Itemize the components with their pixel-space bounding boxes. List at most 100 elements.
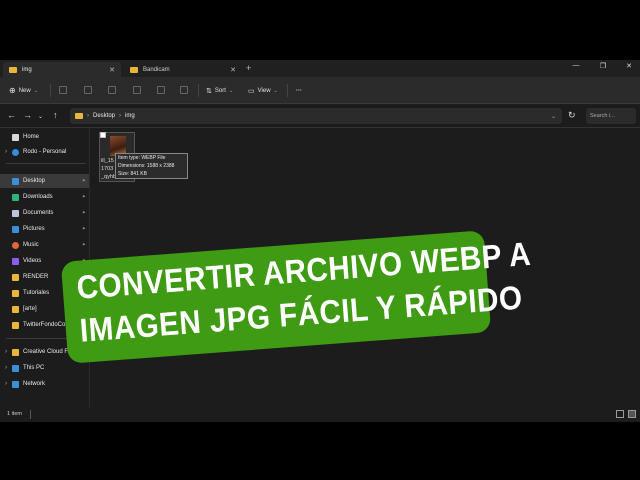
close-tab-icon[interactable]: ✕ [109,66,115,74]
sidebar-item-label: Home [23,134,40,140]
address-bar[interactable]: › Desktop › img ⌄ [70,108,562,124]
refresh-icon[interactable]: ↻ [568,110,576,121]
file-name-line: ill_15 [101,158,114,164]
onedrive-icon [12,148,19,156]
tiles-view-icon[interactable] [628,410,636,418]
address-bar-row: ← → ⌄ ↑ › Desktop › img ⌄ ↻ Search i... [0,104,640,128]
sidebar-item-label: Music [23,242,39,248]
sidebar-item-home[interactable]: Home [0,130,89,144]
sidebar-item-label: Rodo - Personal [23,149,67,155]
file-name-line: 1703 [101,166,114,172]
sort-label: Sort [214,87,226,94]
close-tab-icon[interactable]: ✕ [230,66,236,74]
folder-icon [12,321,19,329]
breadcrumb-desktop[interactable]: Desktop [93,113,115,119]
rename-icon[interactable] [133,86,141,94]
chevron-down-icon[interactable]: ⌄ [551,113,556,120]
sidebar-item-label: RENDER [23,274,49,280]
view-button[interactable]: ▭ View ⌄ [248,84,278,97]
new-label: New [18,87,31,94]
minimize-icon[interactable]: — [566,62,586,69]
more-options-button[interactable]: ··· [296,84,302,97]
view-icon: ▭ [248,87,255,95]
folder-icon [12,289,19,297]
tooltip-size: Size: 841 KB [118,171,147,177]
sidebar-divider [6,163,86,164]
sort-button[interactable]: ⇅ Sort ⌄ [206,84,233,97]
tab-label: Bandicam [143,66,170,73]
new-tab-button[interactable]: + [246,63,251,73]
file-tooltip: Item type: WEBP File Dimensions: 1588 x … [115,153,188,179]
close-window-icon[interactable]: ✕ [619,62,639,70]
copy-icon[interactable] [84,86,92,94]
download-icon [12,193,19,201]
forward-arrow-icon[interactable]: → [23,110,32,120]
breadcrumb-img[interactable]: img [125,113,135,119]
details-view-icon[interactable] [616,410,624,418]
expand-chevron-icon[interactable]: › [0,149,12,155]
sidebar-item-onedrive[interactable]: › Rodo - Personal [0,145,89,159]
title-bar: img ✕ Bandicam ✕ + — ❐ ✕ [0,60,640,77]
command-bar: ⊕ New ⌄ ⇅ Sort ⌄ ▭ View ⌄ ··· [0,77,640,104]
tooltip-type: Item type: WEBP File [118,155,166,161]
tab-img[interactable]: img ✕ [3,62,121,77]
creative-cloud-icon [12,348,19,356]
chevron-down-icon: ⌄ [228,87,234,94]
desktop-icon [12,177,19,185]
back-arrow-icon[interactable]: ← [7,110,16,120]
home-icon [12,133,19,141]
sidebar-item-pictures[interactable]: Pictures ✦ [0,222,89,236]
new-button[interactable]: ⊕ New ⌄ [9,84,38,97]
breadcrumb-separator-icon: › [119,113,122,119]
sidebar-item-desktop[interactable]: Desktop ✦ [0,174,89,188]
pc-icon [12,364,19,372]
document-icon [12,209,19,217]
pin-icon: ✦ [81,178,86,184]
item-count: 1 item [7,411,22,417]
tab-label: img [22,66,32,73]
sidebar-item-label: Network [23,381,46,387]
pin-icon: ✦ [81,242,86,248]
sidebar-item-music[interactable]: Music ✦ [0,238,89,252]
sort-icon: ⇅ [206,87,212,95]
folder-icon [130,66,138,73]
plus-circle-icon: ⊕ [9,86,16,95]
expand-chevron-icon[interactable]: › [0,381,12,387]
up-arrow-icon[interactable]: ↑ [53,110,58,120]
expand-chevron-icon[interactable]: › [0,349,12,355]
sidebar-item-label: TwitterFondoCo [23,322,66,328]
share-icon[interactable] [157,86,165,94]
chevron-down-icon: ⌄ [33,87,38,94]
status-divider [30,410,31,419]
tab-bandicam[interactable]: Bandicam ✕ [124,62,242,77]
videos-icon [12,257,19,265]
maximize-icon[interactable]: ❐ [593,62,613,70]
sidebar-item-label: [arte] [23,306,37,312]
file-explorer-window: img ✕ Bandicam ✕ + — ❐ ✕ ⊕ New ⌄ ⇅ Sort … [0,60,640,422]
sidebar-item-label: Creative Cloud File [23,349,75,355]
sidebar-item-network[interactable]: › Network [0,377,89,391]
select-checkbox[interactable] [100,132,106,138]
folder-icon [12,273,19,281]
breadcrumb-separator-icon: › [87,113,89,119]
paste-icon[interactable] [108,86,116,94]
folder-icon [9,66,17,73]
pin-icon: ✦ [81,210,86,216]
sidebar-item-downloads[interactable]: Downloads ✦ [0,190,89,204]
music-icon [12,241,19,249]
expand-chevron-icon[interactable]: › [0,365,12,371]
cut-icon[interactable] [59,86,67,94]
sidebar-item-documents[interactable]: Documents ✦ [0,206,89,220]
sidebar-item-label: Downloads [23,194,53,200]
recent-chevron-icon[interactable]: ⌄ [38,113,43,120]
chevron-down-icon: ⌄ [273,87,278,94]
search-input[interactable]: Search i... [586,108,636,124]
tooltip-dimensions: Dimensions: 1588 x 2388 [118,163,175,169]
sidebar-item-label: Videos [23,258,42,264]
delete-icon[interactable] [180,86,188,94]
sidebar-item-label: Tutoriales [23,290,50,296]
status-bar: 1 item [0,407,640,422]
letterbox-top [0,0,640,60]
pin-icon: ✦ [81,194,86,200]
sidebar-item-label: Pictures [23,226,45,232]
